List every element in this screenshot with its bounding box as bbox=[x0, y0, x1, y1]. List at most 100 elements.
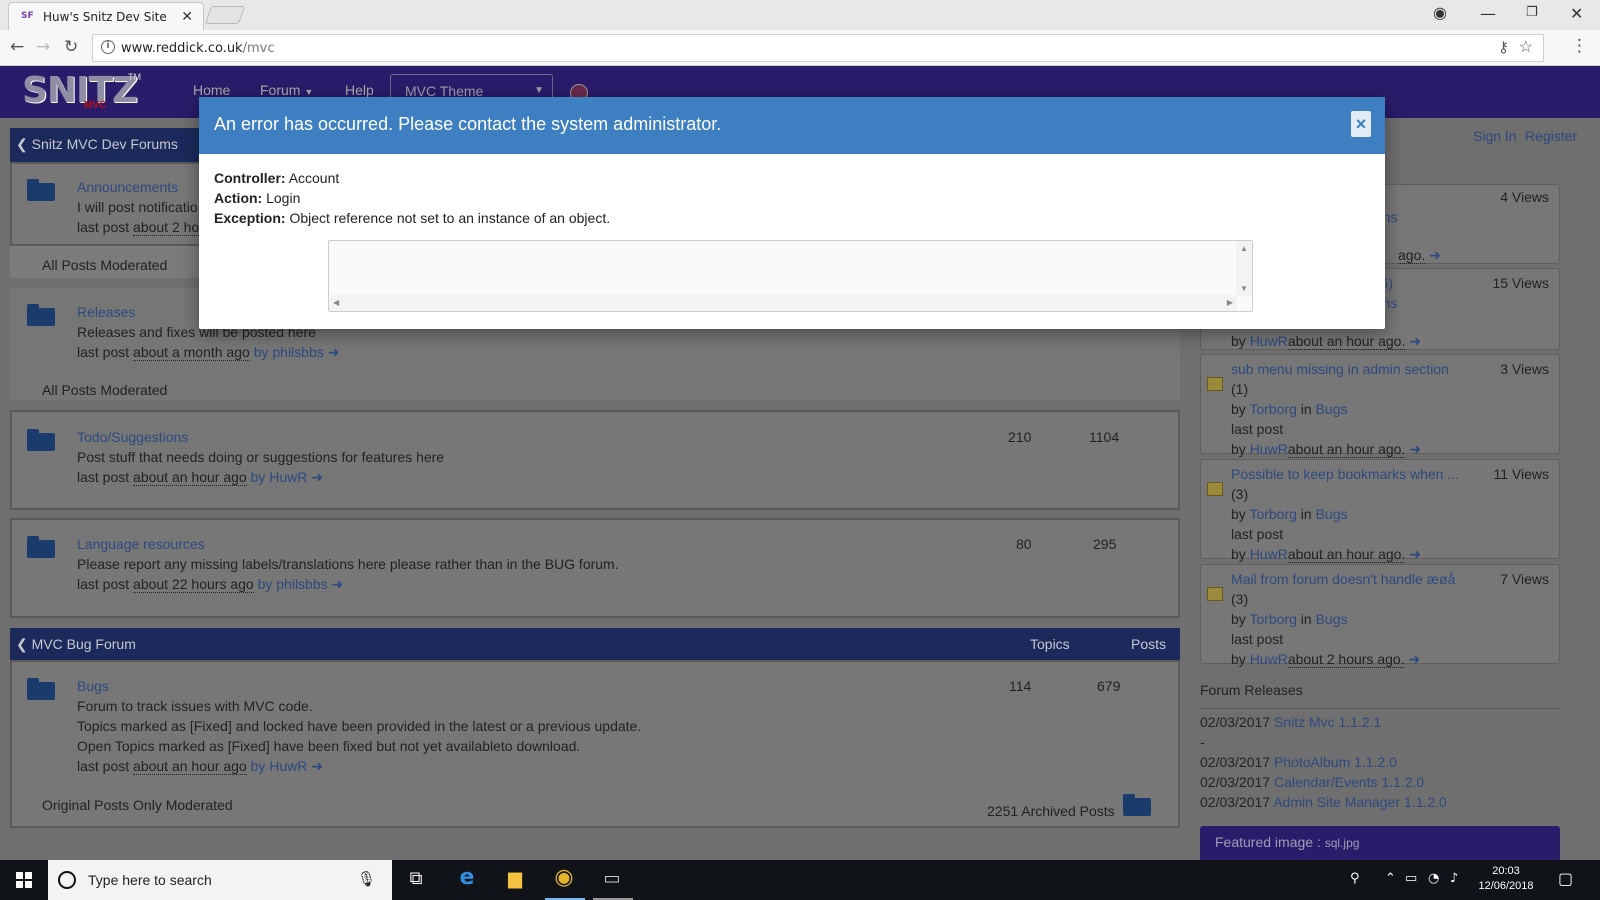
lastpost-by-label: by bbox=[257, 576, 273, 592]
close-window-button[interactable]: ✕ bbox=[1570, 4, 1583, 23]
folder-open-icon[interactable] bbox=[1123, 794, 1153, 816]
task-view-icon[interactable]: ⧉ bbox=[403, 868, 429, 892]
topic-title[interactable]: Possible to keep bookmarks when ... bbox=[1231, 466, 1459, 482]
address-bar[interactable]: i www.reddick.co.uk/mvc ⚷ ☆ bbox=[92, 34, 1544, 62]
edge-icon[interactable]: e bbox=[454, 865, 480, 890]
chrome-icon[interactable]: ◉ bbox=[551, 865, 577, 890]
release-link[interactable]: Snitz Mvc 1.1.2.1 bbox=[1274, 714, 1381, 730]
recent-topic-card[interactable]: Possible to keep bookmarks when ... 11 V… bbox=[1200, 459, 1560, 563]
taskbar-search[interactable]: Type here to search 🎙 bbox=[48, 860, 392, 900]
scroll-left-icon[interactable]: ◀ bbox=[333, 298, 339, 307]
user-profile-icon[interactable]: ◉ bbox=[1433, 3, 1447, 22]
forum-title-todo[interactable]: Todo/Suggestions bbox=[77, 429, 188, 445]
moderation-note: All Posts Moderated bbox=[42, 382, 168, 398]
people-icon[interactable]: ⚲ bbox=[1350, 871, 1360, 886]
topic-author[interactable]: HuwR bbox=[1250, 546, 1288, 562]
horizontal-scrollbar[interactable]: ◀ ▶ bbox=[329, 295, 1237, 311]
arrow-right-icon[interactable]: ➜ bbox=[332, 576, 344, 592]
scroll-up-icon[interactable]: ▲ bbox=[1240, 244, 1248, 253]
topic-author[interactable]: HuwR bbox=[1250, 333, 1288, 349]
new-tab-button[interactable] bbox=[204, 6, 246, 24]
scroll-right-icon[interactable]: ▶ bbox=[1227, 298, 1233, 307]
topic-author[interactable]: HuwR bbox=[1250, 441, 1288, 457]
tab-close-icon[interactable]: ✕ bbox=[181, 8, 193, 25]
topic-time-text: ago. bbox=[1398, 247, 1426, 264]
forum-title-language[interactable]: Language resources bbox=[77, 536, 205, 552]
recent-topic-card[interactable]: Mail from forum doesn't handle æøå 7 Vie… bbox=[1200, 564, 1560, 668]
recent-topic-card[interactable]: sub menu missing in admin section 3 View… bbox=[1200, 354, 1560, 458]
terminal-icon[interactable]: ▭ bbox=[599, 868, 625, 892]
arrow-right-icon[interactable]: ➜ bbox=[1409, 546, 1421, 562]
release-link[interactable]: Admin Site Manager 1.1.2.0 bbox=[1273, 794, 1447, 810]
start-button[interactable] bbox=[0, 860, 48, 900]
nav-home[interactable]: Home bbox=[193, 82, 230, 98]
windows-taskbar: Type here to search 🎙 ⧉ e ▆ ◉ ▭ ⚲ ⌃ ▭ ◔ … bbox=[0, 860, 1600, 900]
battery-icon[interactable]: ▭ bbox=[1405, 871, 1417, 886]
chevron-up-icon[interactable]: ⌃ bbox=[1385, 871, 1396, 886]
snitz-logo[interactable]: SNITZ MVC TM bbox=[22, 70, 141, 114]
arrow-right-icon[interactable]: ➜ bbox=[1409, 333, 1421, 349]
arrow-right-icon[interactable]: ➜ bbox=[328, 344, 340, 360]
topic-author[interactable]: HuwR bbox=[1250, 651, 1288, 667]
topic-forum[interactable]: Bugs bbox=[1316, 401, 1348, 417]
notifications-icon[interactable]: ▢ bbox=[1558, 869, 1573, 888]
lastpost-author[interactable]: HuwR bbox=[269, 758, 307, 774]
stack-trace-textarea[interactable]: ▲ ▼ ◀ ▶ bbox=[328, 240, 1253, 312]
topic-title[interactable]: sub menu missing in admin section bbox=[1231, 361, 1449, 377]
topic-starter-by: by bbox=[1231, 506, 1246, 522]
arrow-right-icon[interactable]: ➜ bbox=[1429, 247, 1441, 263]
browser-tab[interactable]: SF Huw's Snitz Dev Site ✕ bbox=[8, 2, 204, 30]
topic-forum[interactable]: Bugs bbox=[1316, 611, 1348, 627]
scroll-down-icon[interactable]: ▼ bbox=[1240, 284, 1248, 293]
browser-menu-icon[interactable]: ⋮ bbox=[1571, 36, 1588, 56]
post-count: 1104 bbox=[1089, 429, 1120, 445]
system-clock[interactable]: 20:03 12/06/2018 bbox=[1476, 864, 1536, 894]
password-key-icon[interactable]: ⚷ bbox=[1498, 38, 1509, 56]
lastpost-author[interactable]: philsbbs bbox=[276, 576, 327, 592]
minimize-button[interactable]: — bbox=[1480, 4, 1496, 23]
archived-posts[interactable]: 2251 Archived Posts bbox=[987, 803, 1115, 819]
vertical-scrollbar[interactable]: ▲ ▼ bbox=[1236, 241, 1252, 296]
topic-starter-name[interactable]: Torborg bbox=[1249, 611, 1296, 627]
topic-reply-count: (3) bbox=[1231, 486, 1249, 502]
arrow-right-icon[interactable]: ➜ bbox=[1408, 651, 1420, 667]
bookmark-star-icon[interactable]: ☆ bbox=[1519, 37, 1533, 57]
microphone-icon[interactable]: 🎙 bbox=[357, 870, 376, 888]
arrow-right-icon[interactable]: ➜ bbox=[311, 758, 323, 774]
modal-close-button[interactable]: × bbox=[1351, 111, 1371, 137]
modal-title: An error has occurred. Please contact th… bbox=[214, 114, 722, 134]
nav-help[interactable]: Help bbox=[345, 82, 374, 98]
forum-title-releases[interactable]: Releases bbox=[77, 304, 135, 320]
back-button[interactable]: ← bbox=[10, 37, 24, 57]
site-info-icon[interactable]: i bbox=[101, 40, 115, 54]
wifi-icon[interactable]: ◔ bbox=[1428, 871, 1439, 886]
sign-in-link[interactable]: Sign In bbox=[1473, 128, 1517, 144]
release-item: 02/03/2017 Calendar/Events 1.1.2.0 bbox=[1200, 774, 1424, 790]
forward-button[interactable]: → bbox=[36, 37, 50, 57]
topic-title[interactable]: Mail from forum doesn't handle æøå bbox=[1231, 571, 1455, 587]
topic-starter-name[interactable]: Torborg bbox=[1249, 506, 1296, 522]
topic-starter-name[interactable]: Torborg bbox=[1249, 401, 1296, 417]
maximize-button[interactable]: ❐ bbox=[1526, 5, 1538, 20]
category-header-bugs[interactable]: ❮ MVC Bug Forum Topics Posts bbox=[10, 628, 1180, 660]
category-header-dev[interactable]: ❮ Snitz MVC Dev Forums bbox=[10, 128, 210, 162]
reload-button[interactable]: ↻ bbox=[64, 37, 78, 57]
arrow-right-icon[interactable]: ➜ bbox=[311, 469, 323, 485]
forum-title-bugs[interactable]: Bugs bbox=[77, 678, 109, 694]
topic-starter: by Torborg in Bugs bbox=[1231, 611, 1348, 627]
topic-forum[interactable]: Bugs bbox=[1316, 506, 1348, 522]
lastpost-time: about 22 hours ago bbox=[133, 576, 254, 593]
file-explorer-icon[interactable]: ▆ bbox=[502, 868, 528, 892]
volume-icon[interactable]: ♪ bbox=[1450, 871, 1458, 886]
chevron-left-icon: ❮ bbox=[16, 136, 28, 152]
lastpost-author[interactable]: HuwR bbox=[269, 469, 307, 485]
register-link[interactable]: Register bbox=[1525, 128, 1577, 144]
release-link[interactable]: PhotoAlbum 1.1.2.0 bbox=[1274, 754, 1397, 770]
release-link[interactable]: Calendar/Events 1.1.2.0 bbox=[1274, 774, 1424, 790]
topic-time-text: about 2 hours ago. bbox=[1287, 651, 1405, 668]
arrow-right-icon[interactable]: ➜ bbox=[1409, 441, 1421, 457]
nav-forum[interactable]: Forum ▼ bbox=[260, 82, 313, 98]
lastpost-language: last post about 22 hours ago by philsbbs… bbox=[77, 576, 343, 593]
lastpost-author[interactable]: philsbbs bbox=[272, 344, 323, 360]
forum-title-announcements[interactable]: Announcements bbox=[77, 179, 178, 195]
